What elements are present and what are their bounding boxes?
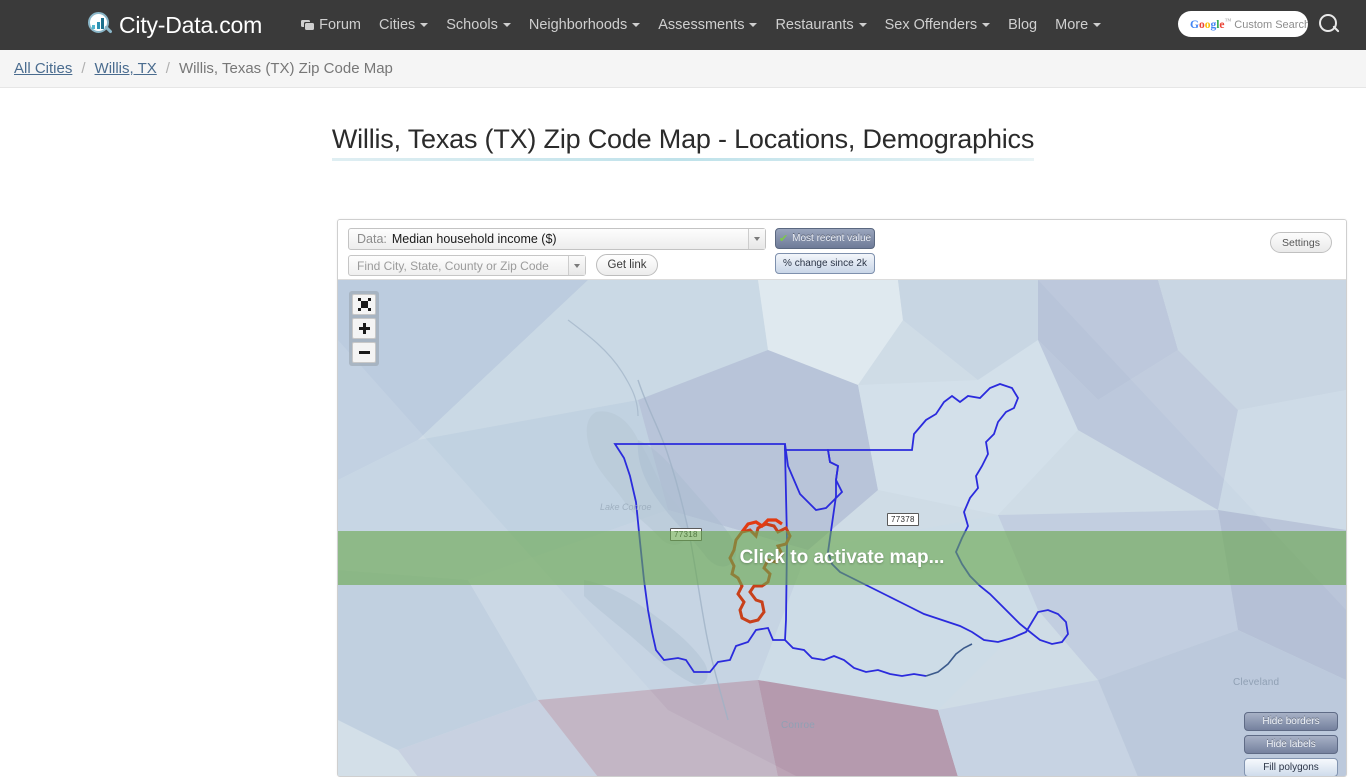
nav-label-restaurants: Restaurants xyxy=(775,17,854,33)
zoom-in-button[interactable] xyxy=(352,318,376,339)
nav-label-more: More xyxy=(1055,17,1089,33)
forum-icon xyxy=(301,19,315,31)
nav-item-restaurants[interactable]: Restaurants xyxy=(766,0,875,50)
fit-icon xyxy=(357,298,371,311)
breadcrumb-current: Willis, Texas (TX) Zip Code Map xyxy=(178,60,393,77)
data-metric-select[interactable]: Data: Median household income ($) xyxy=(348,228,766,250)
breadcrumb-all-cities[interactable]: All Cities xyxy=(14,60,72,77)
page-title-text: Willis, Texas (TX) Zip Code Map - Locati… xyxy=(331,124,1035,161)
chevron-down-icon[interactable] xyxy=(568,256,585,275)
map-canvas[interactable]: 77318 77378 Lake Conroe Cleveland Conroe… xyxy=(338,280,1346,776)
city-data-logo-icon xyxy=(88,12,114,38)
google-custom-search-input[interactable]: Google™ Custom Search xyxy=(1178,11,1308,37)
pct-change-label: % change since 2k xyxy=(783,258,867,269)
nav-label-cities: Cities xyxy=(379,17,416,33)
chevron-down-icon xyxy=(502,23,511,27)
map-graphics xyxy=(338,280,1346,776)
breadcrumb-separator: / xyxy=(81,60,86,77)
nav-label-assessments: Assessments xyxy=(658,17,745,33)
nav-label-sex-offenders: Sex Offenders xyxy=(884,17,978,33)
check-icon: ✔ xyxy=(778,233,789,245)
lake-conroe-label: Lake Conroe xyxy=(600,502,652,512)
find-location-placeholder: Find City, State, County or Zip Code xyxy=(357,258,549,273)
map-layer-buttons: Hide borders Hide labels Fill polygons xyxy=(1244,712,1338,776)
chevron-down-icon xyxy=(632,23,641,27)
nav-item-sex-offenders[interactable]: Sex Offenders xyxy=(876,0,999,50)
place-label-cleveland: Cleveland xyxy=(1233,677,1280,688)
pct-change-toggle[interactable]: % change since 2k xyxy=(775,253,875,274)
activate-map-overlay[interactable]: Click to activate map... xyxy=(338,531,1346,585)
site-brand[interactable]: City-Data.com xyxy=(88,0,262,50)
minus-icon xyxy=(358,347,370,358)
chevron-down-icon xyxy=(982,23,991,27)
map-toolbar: Data: Median household income ($) Find C… xyxy=(338,220,1346,280)
fit-bounds-button[interactable] xyxy=(352,294,376,315)
settings-button[interactable]: Settings xyxy=(1270,232,1332,253)
get-link-button[interactable]: Get link xyxy=(596,254,658,276)
data-select-label: Data: xyxy=(357,232,387,246)
map-zoom-controls xyxy=(349,291,379,366)
nav-item-more[interactable]: More xyxy=(1046,0,1110,50)
chevron-down-icon xyxy=(1093,23,1102,27)
data-select-value: Median household income ($) xyxy=(391,232,557,246)
breadcrumb: All Cities / Willis, TX / Willis, Texas … xyxy=(0,50,1366,88)
nav-item-neighborhoods[interactable]: Neighborhoods xyxy=(520,0,649,50)
zoom-out-button[interactable] xyxy=(352,342,376,363)
chevron-down-icon xyxy=(858,23,867,27)
interactive-map-widget: Data: Median household income ($) Find C… xyxy=(337,219,1347,777)
nav-item-cities[interactable]: Cities xyxy=(370,0,437,50)
nav-item-blog[interactable]: Blog xyxy=(999,0,1046,50)
chevron-down-icon[interactable] xyxy=(748,229,765,249)
most-recent-value-toggle[interactable]: ✔ Most recent value xyxy=(775,228,875,249)
brand-name: City-Data.com xyxy=(119,11,263,38)
most-recent-value-label: Most recent value xyxy=(792,233,872,244)
nav-label-neighborhoods: Neighborhoods xyxy=(528,17,628,33)
nav-item-schools[interactable]: Schools xyxy=(437,0,520,50)
search-icon[interactable] xyxy=(1318,13,1340,35)
page-title: Willis, Texas (TX) Zip Code Map - Locati… xyxy=(0,124,1366,161)
plus-icon xyxy=(358,323,370,334)
hide-labels-button[interactable]: Hide labels xyxy=(1244,735,1338,754)
activate-map-text: Click to activate map... xyxy=(739,547,945,568)
breadcrumb-separator: / xyxy=(165,60,170,77)
hide-borders-button[interactable]: Hide borders xyxy=(1244,712,1338,731)
chevron-down-icon xyxy=(420,23,429,27)
top-navigation-bar: City-Data.com Forum Cities Schools Neigh… xyxy=(0,0,1366,50)
nav-label-schools: Schools xyxy=(446,17,498,33)
chevron-down-icon xyxy=(749,23,758,27)
main-menu: Forum Cities Schools Neighborhoods Asses… xyxy=(292,0,1110,50)
search-placeholder: Google™ Custom Search xyxy=(1190,17,1308,31)
nav-label-blog: Blog xyxy=(1008,17,1038,33)
nav-label-forum: Forum xyxy=(319,17,361,33)
nav-item-assessments[interactable]: Assessments xyxy=(649,0,766,50)
place-label-conroe: Conroe xyxy=(781,720,815,731)
nav-item-forum[interactable]: Forum xyxy=(292,0,370,50)
search-area: Google™ Custom Search xyxy=(1178,11,1340,37)
zip-label-77378: 77378 xyxy=(887,513,919,526)
breadcrumb-willis-tx[interactable]: Willis, TX xyxy=(95,60,157,77)
find-location-input[interactable]: Find City, State, County or Zip Code xyxy=(348,255,586,276)
